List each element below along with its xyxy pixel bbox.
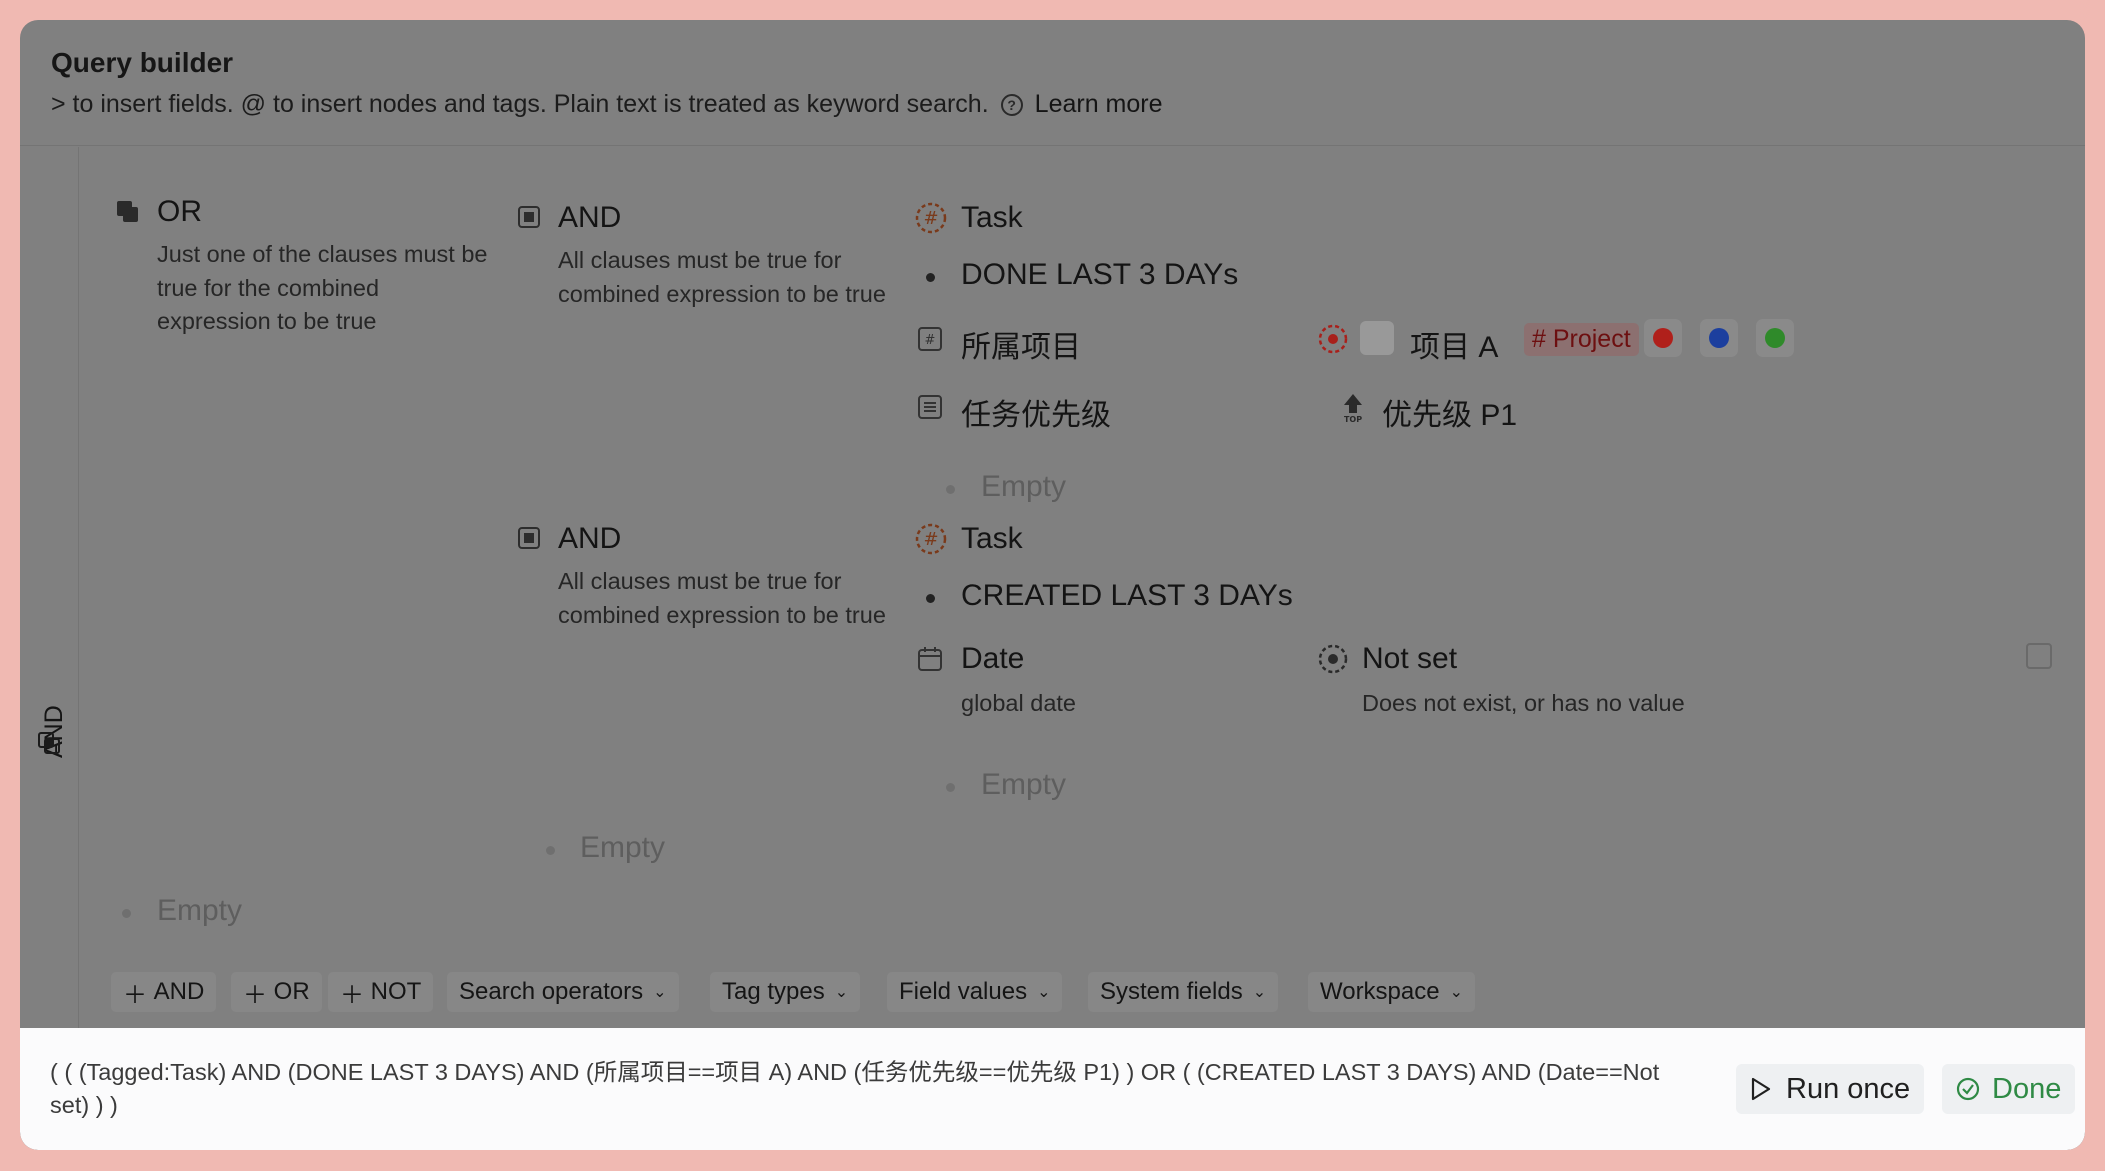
empty-placeholder-or[interactable]: Empty: [580, 831, 665, 865]
bullet: [926, 594, 935, 603]
system-fields-dropdown[interactable]: System fields ⌄: [1088, 972, 1279, 1012]
svg-text:TOP: TOP: [1344, 415, 1362, 423]
and-logic-icon: [518, 206, 540, 228]
field-options-icon[interactable]: [2026, 643, 2052, 669]
add-and-button[interactable]: ＋ AND: [111, 972, 217, 1012]
add-or-label: OR: [273, 978, 310, 1005]
field-date-sub: global date: [961, 690, 1076, 716]
search-operators-dropdown[interactable]: Search operators ⌄: [447, 972, 679, 1012]
tag-types-dropdown[interactable]: Tag types ⌄: [710, 972, 861, 1012]
page-title: Query builder: [51, 47, 234, 78]
header: Query builder > to insert fields. @ to i…: [20, 20, 2085, 146]
run-once-label: Run once: [1786, 1072, 1911, 1105]
empty-placeholder-root[interactable]: Empty: [157, 894, 242, 928]
list-icon: [918, 395, 942, 419]
svg-text:#: #: [925, 333, 936, 348]
chevron-down-icon: ⌄: [1037, 984, 1051, 1001]
done-button[interactable]: Done: [1942, 1064, 2076, 1114]
empty-bullet: [946, 485, 955, 494]
color-swatch[interactable]: [1360, 321, 1394, 355]
add-and-label: AND: [153, 978, 205, 1005]
filter-created-last-3-days[interactable]: CREATED LAST 3 DAYs: [961, 579, 1293, 613]
query-builder-window: Query builder > to insert fields. @ to i…: [20, 20, 2085, 1150]
system-fields-label: System fields: [1100, 978, 1243, 1005]
svg-text:#: #: [923, 208, 938, 229]
check-circle-icon: [1956, 1077, 1980, 1101]
or-label[interactable]: OR: [157, 195, 202, 229]
add-or-button[interactable]: ＋ OR: [231, 972, 322, 1012]
chevron-down-icon: ⌄: [1449, 984, 1464, 1001]
value-not-set-desc: Does not exist, or has no value: [1362, 690, 1685, 716]
calendar-icon: [918, 647, 942, 671]
tag-types-label: Tag types: [722, 978, 825, 1005]
query-footer: ( ( (Tagged:Task) AND (DONE LAST 3 DAYS)…: [20, 1028, 2085, 1150]
field-project-value[interactable]: 项目 A: [1410, 322, 1498, 366]
chevron-down-icon: ⌄: [653, 984, 667, 1001]
red-color-button[interactable]: [1644, 319, 1682, 357]
and-label-2[interactable]: AND: [558, 522, 621, 556]
field-priority[interactable]: 任务优先级: [961, 390, 1111, 434]
subtitle: > to insert fields. @ to insert nodes an…: [51, 90, 1163, 119]
subtitle-text: > to insert fields. @ to insert nodes an…: [51, 90, 989, 118]
empty-bullet: [546, 846, 555, 855]
filter-done-last-3-days[interactable]: DONE LAST 3 DAYs: [961, 258, 1238, 292]
add-not-label: NOT: [370, 978, 422, 1005]
green-color-button[interactable]: [1756, 319, 1794, 357]
and-label-1[interactable]: AND: [558, 201, 621, 235]
top-priority-icon: TOP: [1344, 394, 1362, 423]
root-and-sidebar[interactable]: AND: [20, 147, 79, 1047]
tag-task-2[interactable]: Task: [961, 522, 1023, 556]
play-icon: [1751, 1077, 1771, 1101]
and-description-2: All clauses must be true for combined ex…: [558, 568, 886, 628]
or-description: Just one of the clauses must be true for…: [157, 241, 488, 334]
chevron-down-icon: ⌄: [834, 984, 849, 1001]
help-icon[interactable]: ?: [1000, 93, 1023, 116]
not-set-icon: [1318, 644, 1348, 674]
svg-text:#: #: [923, 529, 938, 550]
empty-bullet: [122, 909, 131, 918]
learn-more-link[interactable]: Learn more: [1035, 90, 1163, 119]
bullet: [926, 273, 935, 282]
target-icon: [1318, 324, 1348, 354]
chevron-down-icon: ⌄: [1252, 984, 1267, 1001]
field-priority-value[interactable]: 优先级 P1: [1382, 390, 1517, 434]
field-icon: #: [918, 327, 942, 351]
field-values-dropdown[interactable]: Field values ⌄: [887, 972, 1063, 1012]
field-date[interactable]: Date: [961, 642, 1024, 676]
and-description-1: All clauses must be true for combined ex…: [558, 247, 886, 307]
add-not-button[interactable]: ＋ NOT: [328, 972, 434, 1012]
empty-placeholder-2[interactable]: Empty: [981, 768, 1066, 802]
query-expression: ( ( (Tagged:Task) AND (DONE LAST 3 DAYS)…: [50, 1059, 1660, 1118]
empty-bullet: [946, 783, 955, 792]
empty-placeholder-1[interactable]: Empty: [981, 470, 1066, 504]
run-once-button[interactable]: Run once: [1736, 1064, 1925, 1114]
workspace-dropdown[interactable]: Workspace ⌄: [1308, 972, 1476, 1012]
workspace-label: Workspace: [1320, 978, 1440, 1005]
and-logic-icon: [38, 732, 60, 754]
tag-icon: #: [915, 523, 947, 555]
field-values-label: Field values: [899, 978, 1028, 1005]
value-not-set[interactable]: Not set: [1362, 642, 1457, 676]
and-logic-icon: [518, 527, 540, 549]
blue-color-button[interactable]: [1700, 319, 1738, 357]
done-label: Done: [1992, 1072, 2062, 1105]
project-tag-chip[interactable]: # Project: [1524, 323, 1639, 356]
tag-icon: #: [915, 202, 947, 234]
root-and-label[interactable]: AND: [28, 662, 72, 762]
tag-task-1[interactable]: Task: [961, 201, 1023, 235]
search-operators-label: Search operators: [459, 978, 644, 1005]
or-logic-icon: [117, 201, 138, 222]
field-project[interactable]: 所属项目: [961, 322, 1081, 366]
